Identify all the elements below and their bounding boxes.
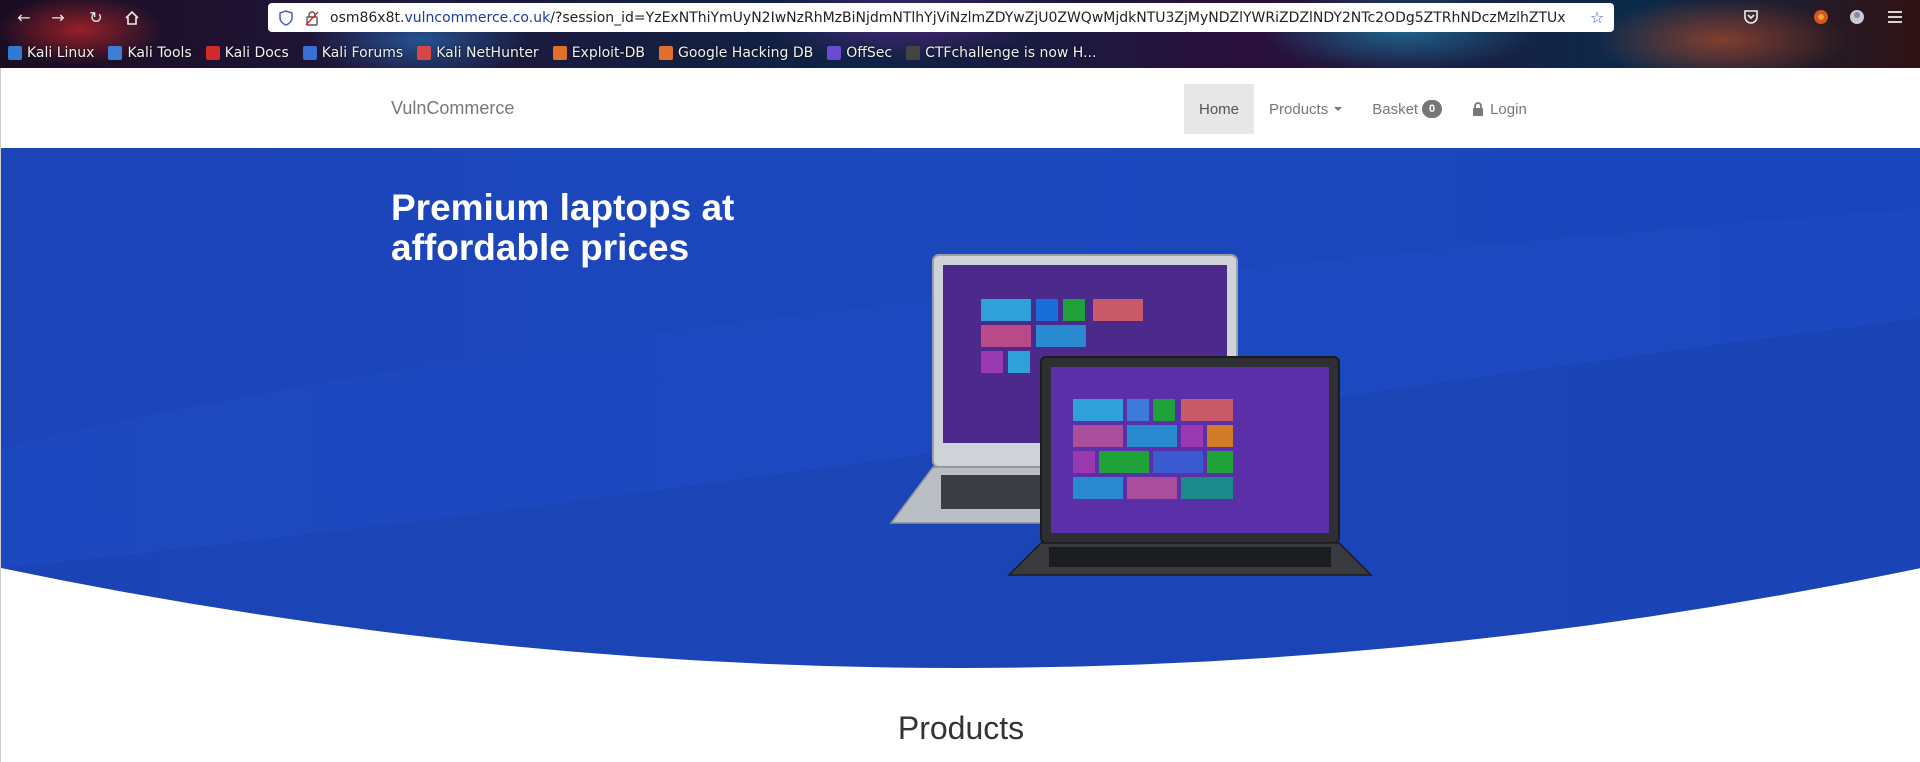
bookmark-favicon-icon: [108, 46, 123, 60]
bookmark-favicon-icon: [8, 46, 22, 60]
nav-basket[interactable]: Basket 0: [1357, 84, 1457, 134]
forward-icon[interactable]: →: [48, 8, 68, 28]
bookmark-favicon-icon: [417, 46, 432, 60]
nav-home-label: Home: [1199, 100, 1240, 118]
hero-banner: Premium laptops at affordable prices: [1, 148, 1920, 668]
bookmark-item[interactable]: Exploit-DB: [552, 45, 645, 61]
bookmark-favicon-icon: [552, 46, 567, 60]
basket-count-badge: 0: [1422, 100, 1443, 118]
menu-icon[interactable]: [1886, 8, 1904, 26]
nav-products-dropdown[interactable]: Products: [1254, 84, 1357, 134]
bookmark-label: Kali NetHunter: [436, 45, 539, 61]
tracking-protection-icon[interactable]: [278, 9, 294, 26]
extension-icon[interactable]: [1812, 8, 1830, 26]
bookmark-label: Google Hacking DB: [677, 45, 814, 61]
laptops-image: [889, 254, 1373, 576]
nav-products-label: Products: [1269, 100, 1329, 118]
site-navbar: VulnCommerce Home Products Basket 0 Login: [1, 68, 1920, 148]
bookmark-label: CTFchallenge is now H...: [925, 45, 1097, 61]
bookmark-item[interactable]: OffSec: [827, 45, 892, 61]
url-text: osm86x8t.vulncommerce.co.uk/?session_id=…: [330, 10, 1582, 26]
bookmark-item[interactable]: Kali Linux: [8, 45, 94, 61]
bookmark-favicon-icon: [205, 46, 220, 60]
bookmark-star-icon[interactable]: ☆: [1588, 8, 1606, 27]
bookmark-label: Exploit-DB: [571, 45, 645, 61]
bookmark-label: Kali Docs: [224, 45, 289, 61]
pocket-icon[interactable]: [1742, 8, 1760, 26]
bookmark-item[interactable]: Kali Docs: [205, 45, 289, 61]
bookmark-item[interactable]: Kali Tools: [108, 45, 192, 61]
nav-login-label: Login: [1490, 100, 1527, 118]
bookmark-favicon-icon: [827, 46, 842, 60]
hero-title: Premium laptops at affordable prices: [391, 187, 735, 268]
url-path: /?session_id=YzExNThiYmUyN2IwNzRhMzBiNjd…: [550, 9, 1566, 26]
site-brand[interactable]: VulnCommerce: [391, 98, 514, 119]
nav-menu: Home Products Basket 0 Login: [1184, 84, 1542, 134]
bookmark-item[interactable]: Google Hacking DB: [658, 45, 814, 61]
url-host-prefix: osm86x8t.: [330, 9, 405, 26]
account-icon[interactable]: [1848, 8, 1866, 26]
url-host: vulncommerce.co.uk: [404, 9, 551, 26]
bookmark-favicon-icon: [658, 46, 673, 60]
back-icon[interactable]: ←: [14, 8, 34, 28]
bookmark-label: OffSec: [846, 45, 893, 61]
lock-icon: [1473, 102, 1484, 116]
bookmark-item[interactable]: Kali Forums: [302, 45, 404, 61]
bookmark-item[interactable]: Kali NetHunter: [417, 45, 539, 61]
products-heading: Products: [897, 710, 1025, 746]
bookmark-favicon-icon: [302, 46, 317, 60]
nav-home[interactable]: Home: [1184, 84, 1255, 134]
reload-icon[interactable]: ↻: [86, 8, 106, 28]
site-info-icon[interactable]: [304, 10, 320, 26]
bookmark-label: Kali Linux: [27, 45, 95, 61]
browser-toolbar: ← → ↻ osm86x8t.vulncommerce.co.uk/?sessi…: [0, 0, 1920, 68]
bookmark-label: Kali Forums: [321, 45, 404, 61]
nav-basket-label: Basket: [1372, 100, 1419, 118]
nav-login[interactable]: Login: [1457, 84, 1542, 134]
bookmark-label: Kali Tools: [127, 45, 192, 61]
home-icon[interactable]: [122, 8, 142, 28]
bookmark-item[interactable]: CTFchallenge is now H...: [906, 45, 1096, 61]
caret-down-icon: [1334, 107, 1343, 111]
bookmark-favicon-icon: [906, 46, 921, 60]
bookmarks-toolbar: Kali Linux Kali Tools Kali Docs Kali Forums…: [0, 42, 1102, 64]
page-viewport: VulnCommerce Home Products Basket 0 Login: [0, 68, 1920, 762]
address-bar[interactable]: osm86x8t.vulncommerce.co.uk/?session_id=…: [268, 3, 1614, 32]
